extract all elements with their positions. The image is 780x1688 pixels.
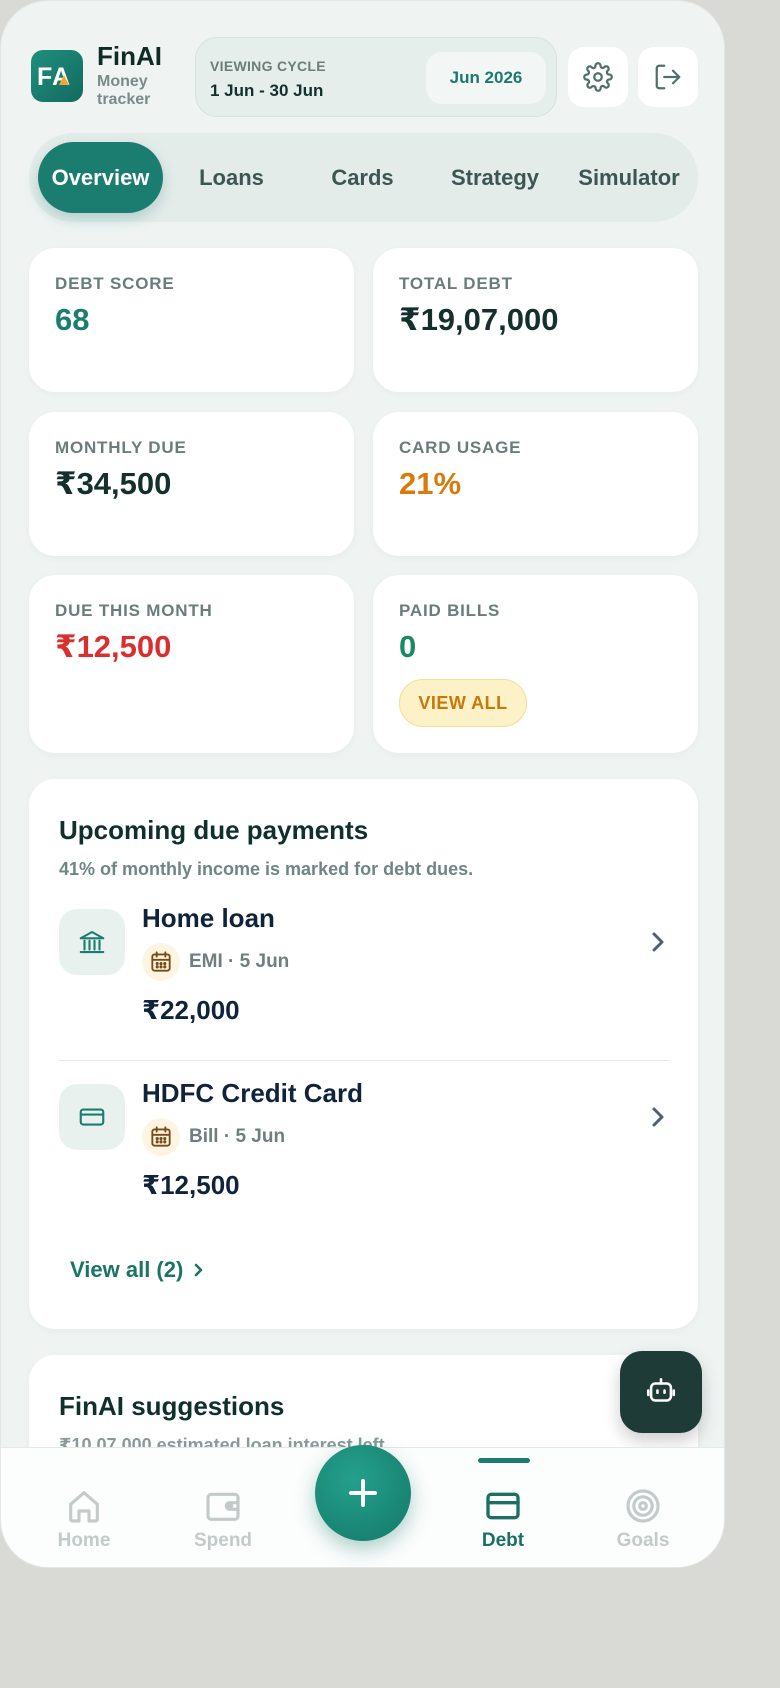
view-all-paid-bills-button[interactable]: VIEW ALL bbox=[399, 679, 527, 727]
total-debt-value: ₹19,07,000 bbox=[399, 302, 559, 337]
plus-icon bbox=[349, 1479, 377, 1507]
app-subtitle: Money tracker bbox=[97, 73, 151, 108]
card-usage-card[interactable]: CARD USAGE 21% bbox=[373, 412, 698, 556]
payment-amount: ₹12,500 bbox=[142, 1170, 240, 1200]
view-all-payments-link[interactable]: View all (2) bbox=[70, 1257, 205, 1283]
due-this-month-card[interactable]: DUE THIS MONTH ₹12,500 bbox=[29, 575, 354, 753]
section-tabs: Overview Loans Cards Strategy Simulator bbox=[29, 133, 698, 222]
nav-label: Spend bbox=[193, 1530, 253, 1551]
debt-score-card[interactable]: DEBT SCORE 68 bbox=[29, 248, 354, 392]
row-divider bbox=[59, 1060, 670, 1061]
debt-score-value: 68 bbox=[55, 302, 90, 337]
total-debt-card[interactable]: TOTAL DEBT ₹19,07,000 bbox=[373, 248, 698, 392]
tab-loans[interactable]: Loans bbox=[169, 142, 294, 213]
app-logo: F A bbox=[31, 50, 83, 102]
robot-icon bbox=[646, 1377, 676, 1402]
nav-spend[interactable]: Spend bbox=[168, 1448, 278, 1567]
paid-bills-value: 0 bbox=[399, 629, 417, 664]
credit-card-icon bbox=[79, 1108, 105, 1126]
calendar-badge bbox=[142, 943, 180, 981]
stat-label: PAID BILLS bbox=[399, 601, 501, 620]
settings-button[interactable] bbox=[568, 47, 628, 107]
stat-label: CARD USAGE bbox=[399, 438, 522, 457]
assistant-bot-button[interactable] bbox=[620, 1351, 702, 1433]
payment-meta: EMI · 5 Jun bbox=[189, 951, 290, 972]
tab-strategy[interactable]: Strategy bbox=[431, 142, 559, 213]
section-title: FinAI suggestions bbox=[59, 1391, 285, 1421]
app-screen: F A FinAI Money tracker VIEWING CYCLE 1 … bbox=[0, 0, 725, 1568]
chevron-right-icon bbox=[646, 927, 670, 957]
gear-icon bbox=[583, 62, 613, 92]
section-subtitle: 41% of monthly income is marked for debt… bbox=[59, 859, 474, 879]
chevron-right-icon bbox=[646, 1102, 670, 1132]
tab-simulator[interactable]: Simulator bbox=[565, 142, 693, 213]
cycle-month-button[interactable]: Jun 2026 bbox=[426, 52, 546, 104]
cycle-label: VIEWING CYCLE bbox=[210, 58, 326, 74]
cycle-range: 1 Jun - 30 Jun bbox=[210, 81, 324, 100]
nav-home[interactable]: Home bbox=[29, 1448, 139, 1567]
calendar-icon bbox=[151, 951, 171, 972]
payment-row-home-loan[interactable]: Home loan EMI · 5 Jun ₹22,000 bbox=[59, 903, 670, 1059]
payment-title: HDFC Credit Card bbox=[142, 1078, 364, 1108]
stat-label: TOTAL DEBT bbox=[399, 274, 513, 293]
stat-label: DUE THIS MONTH bbox=[55, 601, 213, 620]
card-usage-value: 21% bbox=[399, 466, 462, 501]
nav-label: Goals bbox=[616, 1530, 670, 1551]
section-title: Upcoming due payments bbox=[59, 815, 369, 845]
nav-label: Home bbox=[57, 1530, 111, 1551]
pay-icon-box bbox=[59, 909, 125, 975]
app-header: F A FinAI Money tracker VIEWING CYCLE 1 … bbox=[31, 37, 698, 117]
due-this-month-value: ₹12,500 bbox=[55, 629, 172, 664]
svg-text:F: F bbox=[37, 63, 52, 91]
bank-icon bbox=[79, 930, 105, 954]
nav-debt[interactable]: Debt bbox=[448, 1448, 558, 1567]
tab-overview[interactable]: Overview bbox=[38, 142, 163, 213]
nav-label: Debt bbox=[481, 1530, 525, 1551]
pay-icon-box bbox=[59, 1084, 125, 1150]
payment-row-hdfc-credit-card[interactable]: HDFC Credit Card Bill · 5 Jun ₹12,500 bbox=[59, 1078, 670, 1234]
target-icon bbox=[626, 1489, 660, 1523]
stat-label: MONTHLY DUE bbox=[55, 438, 187, 457]
view-all-label: View all (2) bbox=[70, 1257, 184, 1282]
payment-amount: ₹22,000 bbox=[142, 995, 240, 1025]
payment-meta: Bill · 5 Jun bbox=[189, 1126, 286, 1147]
wallet-icon bbox=[206, 1492, 240, 1521]
chevron-right-icon bbox=[195, 1263, 203, 1277]
credit-card-icon bbox=[486, 1492, 520, 1520]
app-name: FinAI bbox=[97, 41, 162, 71]
viewing-cycle-selector[interactable]: VIEWING CYCLE 1 Jun - 30 Jun Jun 2026 bbox=[195, 37, 557, 117]
monthly-due-card[interactable]: MONTHLY DUE ₹34,500 bbox=[29, 412, 354, 556]
upcoming-payments-card: Upcoming due payments 41% of monthly inc… bbox=[29, 779, 698, 1329]
add-transaction-button[interactable] bbox=[315, 1445, 411, 1541]
nav-goals[interactable]: Goals bbox=[588, 1448, 698, 1567]
logout-button[interactable] bbox=[638, 47, 698, 107]
logo-mark-icon: F A bbox=[37, 63, 71, 91]
calendar-badge bbox=[142, 1118, 180, 1156]
calendar-icon bbox=[151, 1126, 171, 1147]
svg-text:A: A bbox=[52, 63, 70, 91]
payment-title: Home loan bbox=[142, 903, 275, 933]
logout-icon bbox=[655, 64, 681, 90]
stat-label: DEBT SCORE bbox=[55, 274, 175, 293]
monthly-due-value: ₹34,500 bbox=[55, 466, 172, 501]
home-icon bbox=[69, 1491, 99, 1523]
tab-cards[interactable]: Cards bbox=[300, 142, 425, 213]
paid-bills-card[interactable]: PAID BILLS 0 VIEW ALL bbox=[373, 575, 698, 753]
